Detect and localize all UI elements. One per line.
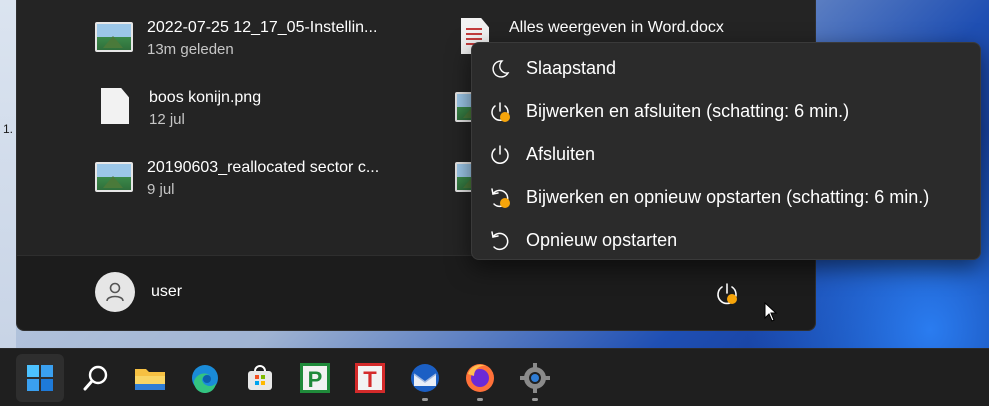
document-file-icon [101, 88, 129, 124]
power-icon [488, 143, 512, 167]
menu-item-label: Bijwerken en afsluiten (schatting: 6 min… [526, 101, 850, 121]
image-file-icon [95, 162, 133, 192]
recent-file-item[interactable]: 20190603_reallocated sector c... 9 jul [95, 158, 379, 200]
running-indicator [532, 398, 538, 401]
mouse-cursor-icon [764, 302, 778, 322]
menu-item-restart[interactable]: Opnieuw opstarten [472, 219, 980, 262]
update-restart-icon [488, 186, 512, 210]
running-indicator [477, 398, 483, 401]
settings-gear-icon [520, 363, 550, 393]
start-button[interactable] [16, 354, 64, 402]
file-name: 20190603_reallocated sector c... [147, 159, 380, 176]
file-date: 12 jul [149, 111, 185, 128]
menu-item-label: Afsluiten [526, 144, 596, 164]
power-update-icon [717, 283, 737, 305]
search-icon [83, 365, 108, 391]
file-date: 9 jul [147, 181, 175, 198]
windows-start-icon [27, 365, 53, 391]
recent-file-item[interactable]: boos konijn.png 12 jul [95, 88, 261, 130]
moon-icon [488, 57, 512, 81]
file-name: boos konijn.png [149, 89, 262, 106]
menu-item-label: Opnieuw opstarten [526, 230, 678, 250]
project-letter: P [308, 367, 323, 392]
background-window-label: 1. [3, 122, 14, 136]
update-shutdown-icon [488, 100, 512, 124]
thunderbird-button[interactable] [401, 354, 449, 402]
text-letter: T [363, 367, 377, 392]
image-file-icon [95, 22, 133, 52]
firefox-button[interactable] [456, 354, 504, 402]
microsoft-store-button[interactable] [236, 354, 284, 402]
recent-file-item[interactable]: 2022-07-25 12_17_05-Instellin... 13m gel… [95, 18, 377, 60]
file-name: Alles weergeven in Word.docx [509, 19, 724, 36]
user-name: user [151, 283, 183, 300]
project-app-icon: P [300, 363, 330, 393]
file-explorer-button[interactable] [126, 354, 174, 402]
power-button[interactable] [713, 280, 741, 308]
microsoft-store-icon [248, 365, 272, 390]
power-menu: Slaapstand Bijwerken en afsluiten (schat… [471, 42, 981, 260]
edge-browser-icon [192, 365, 218, 393]
settings-button[interactable] [511, 354, 559, 402]
file-date: 13m geleden [147, 41, 234, 58]
thunderbird-icon [411, 364, 439, 392]
file-name: 2022-07-25 12_17_05-Instellin... [147, 19, 378, 36]
menu-item-shutdown[interactable]: Afsluiten [472, 133, 980, 176]
text-app-icon: T [355, 363, 385, 393]
user-account-button[interactable]: user [95, 272, 182, 312]
menu-item-update-restart[interactable]: Bijwerken en opnieuw opstarten (schattin… [472, 176, 980, 219]
menu-item-update-shutdown[interactable]: Bijwerken en afsluiten (schatting: 6 min… [472, 90, 980, 133]
menu-item-label: Bijwerken en opnieuw opstarten (schattin… [526, 187, 930, 207]
menu-item-label: Slaapstand [526, 58, 617, 78]
menu-item-sleep[interactable]: Slaapstand [472, 47, 980, 90]
restart-icon [488, 229, 512, 253]
firefox-icon [466, 364, 494, 392]
taskbar: P T [0, 348, 989, 406]
text-app-button[interactable]: T [346, 354, 394, 402]
user-avatar-icon [95, 272, 135, 312]
search-button[interactable] [72, 354, 120, 402]
edge-browser-button[interactable] [181, 354, 229, 402]
running-indicator [422, 398, 428, 401]
background-window-edge: 1. [0, 0, 16, 348]
file-explorer-icon [135, 369, 165, 390]
project-app-button[interactable]: P [291, 354, 339, 402]
